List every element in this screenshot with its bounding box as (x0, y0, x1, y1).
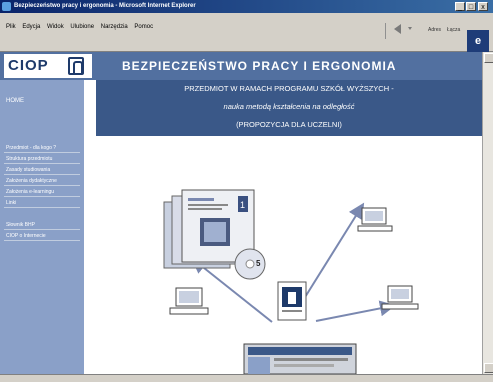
banner-line-1: PRZEDMIOT W RAMACH PROGRAMU SZKÓŁ WYŻSZY… (184, 84, 394, 93)
links-label[interactable]: Łącza (447, 27, 460, 33)
nav-item-elearning[interactable]: Założenia e-learningu (4, 188, 80, 197)
menu-item-help[interactable]: Pomoc (134, 24, 153, 30)
left-computer-icon (169, 287, 209, 315)
title-bar: Bezpieczeństwo pracy i ergonomia - Micro… (0, 0, 493, 13)
nav-item-subject[interactable]: Przedmiot - dla kogo ? (4, 144, 80, 153)
sidebar: HOME Przedmiot - dla kogo ? Struktura pr… (0, 80, 84, 374)
central-screen-icon (243, 343, 357, 374)
menu-bar: Plik Edycja Widok Ulubione Narzędzia Pom… (0, 13, 493, 52)
browser-window: Bezpieczeństwo pracy i ergonomia - Micro… (0, 0, 493, 382)
nav-home[interactable]: HOME (6, 98, 24, 104)
site-header: CIOP BEZPIECZEŃSTWO PRACY I ERGONOMIA (0, 52, 482, 80)
nav-item-dictionary[interactable]: Słownik BHP (4, 221, 80, 230)
toolbar-separator (385, 23, 386, 39)
diagram-svg: 1 5 (163, 189, 419, 374)
book-volume-number: 1 (240, 200, 245, 210)
window-title: Bezpieczeństwo pracy i ergonomia - Micro… (14, 3, 196, 9)
menu-item-favorites[interactable]: Ulubione (70, 24, 94, 30)
minimize-button[interactable]: _ (455, 2, 465, 11)
logo-symbol-icon (68, 57, 84, 75)
course-books-icon (163, 189, 266, 280)
nav-item-links[interactable]: Linki (4, 199, 80, 208)
web-page: CIOP BEZPIECZEŃSTWO PRACY I ERGONOMIA HO… (0, 52, 482, 374)
close-button[interactable]: x (478, 2, 488, 11)
nav-item-ciop[interactable]: CIOP o Internecie (4, 232, 80, 241)
nav-item-structure[interactable]: Struktura przedmiotu (4, 155, 80, 164)
document-icon (277, 281, 307, 321)
banner-line-3: (PROPOZYCJA DLA UCZELNI) (236, 120, 342, 129)
right-computer-icon (381, 285, 419, 310)
site-title: BEZPIECZEŃSTWO PRACY I ERGONOMIA (122, 59, 397, 73)
scroll-up-icon[interactable] (484, 53, 493, 63)
back-icon[interactable] (392, 22, 414, 36)
ciop-logo[interactable]: CIOP (4, 54, 92, 78)
banner-line-2: nauka metodą kształcenia na odległość (223, 102, 355, 111)
distribution-diagram: 1 5 (96, 136, 482, 374)
ie-logo: e (467, 30, 489, 52)
arrow-to-right-pc (315, 300, 396, 322)
course-banner: PRZEDMIOT W RAMACH PROGRAMU SZKÓŁ WYŻSZY… (96, 80, 482, 136)
menu-item-view[interactable]: Widok (47, 24, 64, 30)
logo-text: CIOP (8, 57, 49, 74)
nav-item-didactic[interactable]: Założenia dydaktyczne (4, 177, 80, 186)
scroll-down-icon[interactable] (484, 363, 493, 373)
menu-list: Plik Edycja Widok Ulubione Narzędzia Pom… (6, 24, 158, 30)
vertical-scrollbar[interactable] (482, 52, 493, 374)
menu-item-tools[interactable]: Narzędzia (101, 24, 128, 30)
nav-item-study-rules[interactable]: Zasady studiowania (4, 166, 80, 175)
top-computer-icon (357, 207, 393, 232)
maximize-button[interactable]: □ (466, 2, 476, 11)
menu-item-file[interactable]: Plik (6, 24, 16, 30)
address-label[interactable]: Adres (428, 27, 441, 33)
cd-number: 5 (256, 259, 261, 268)
ie-icon (2, 2, 11, 11)
menu-item-edit[interactable]: Edycja (22, 24, 40, 30)
